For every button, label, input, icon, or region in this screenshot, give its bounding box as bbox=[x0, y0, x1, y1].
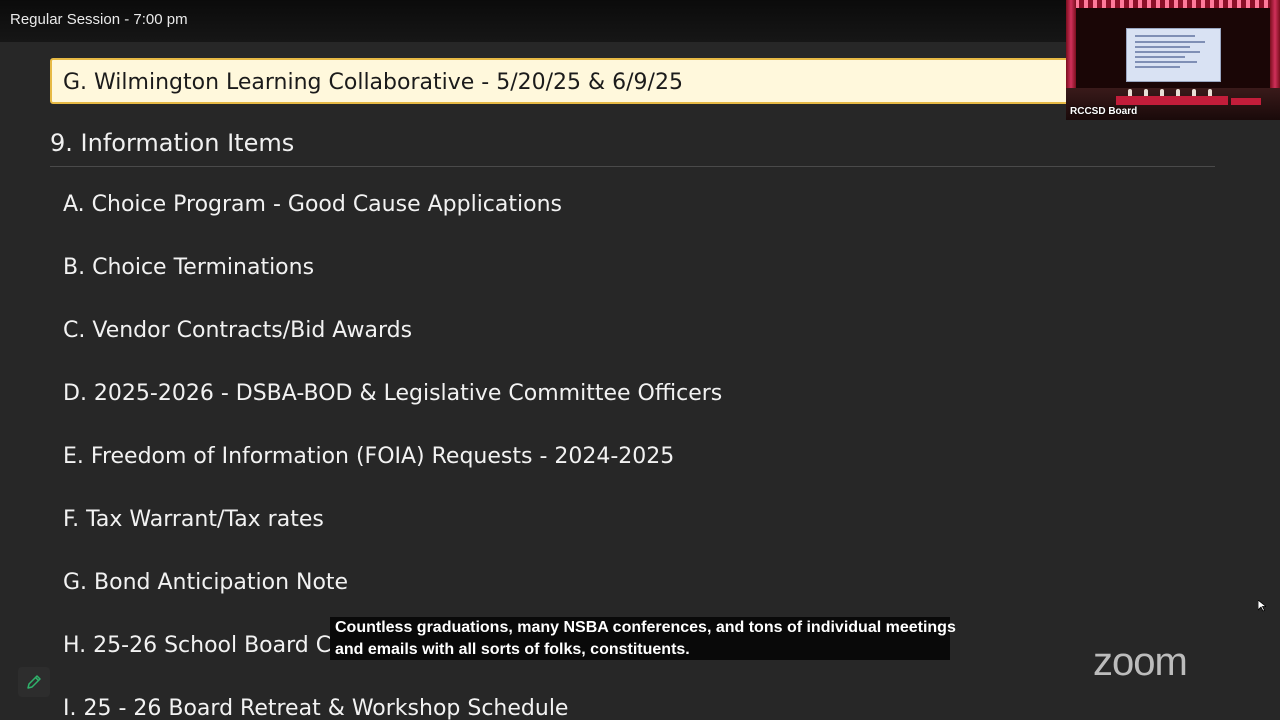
section-divider bbox=[50, 166, 1215, 167]
agenda-item[interactable]: D. 2025-2026 - DSBA-BOD & Legislative Co… bbox=[63, 381, 722, 406]
annotate-button[interactable] bbox=[18, 667, 50, 697]
board-member bbox=[1144, 89, 1148, 96]
section-heading: 9. Information Items bbox=[50, 129, 295, 157]
agenda-item[interactable]: E. Freedom of Information (FOIA) Request… bbox=[63, 444, 674, 469]
side-table bbox=[1231, 98, 1261, 105]
agenda-item[interactable]: A. Choice Program - Good Cause Applicati… bbox=[63, 192, 562, 217]
board-member bbox=[1192, 89, 1196, 96]
agenda-item[interactable]: B. Choice Terminations bbox=[63, 255, 314, 280]
stage-lights bbox=[1066, 0, 1280, 8]
board-member bbox=[1128, 89, 1132, 96]
agenda-item[interactable]: H. 25-26 School Board C bbox=[63, 633, 331, 658]
agenda-item[interactable]: I. 25 - 26 Board Retreat & Workshop Sche… bbox=[63, 696, 568, 720]
live-caption: Countless graduations, many NSBA confere… bbox=[330, 617, 956, 660]
mouse-pointer-icon bbox=[1258, 600, 1266, 612]
agenda-item[interactable]: G. Bond Anticipation Note bbox=[63, 570, 348, 595]
projection-screen bbox=[1126, 28, 1221, 82]
caption-line-1: Countless graduations, many NSBA confere… bbox=[335, 619, 956, 636]
agenda-item[interactable]: C. Vendor Contracts/Bid Awards bbox=[63, 318, 412, 343]
board-table bbox=[1116, 96, 1228, 105]
caption-line-2: and emails with all sorts of folks, cons… bbox=[335, 641, 690, 658]
pencil-icon bbox=[27, 675, 41, 689]
zoom-meeting-view: Regular Session - 7:00 pm G. Wilmington … bbox=[0, 0, 1280, 720]
meeting-title: Regular Session - 7:00 pm bbox=[10, 11, 188, 28]
board-member bbox=[1208, 89, 1212, 96]
agenda-item-highlighted[interactable]: G. Wilmington Learning Collaborative - 5… bbox=[50, 58, 1090, 104]
zoom-logo: zoom bbox=[1093, 640, 1188, 684]
participant-video-tile[interactable]: RCCSD Board bbox=[1066, 0, 1280, 120]
agenda-item[interactable]: F. Tax Warrant/Tax rates bbox=[63, 507, 324, 532]
board-member bbox=[1160, 89, 1164, 96]
board-member bbox=[1176, 89, 1180, 96]
participant-name: RCCSD Board bbox=[1070, 106, 1138, 117]
highlighted-item-label: G. Wilmington Learning Collaborative - 5… bbox=[63, 70, 683, 95]
